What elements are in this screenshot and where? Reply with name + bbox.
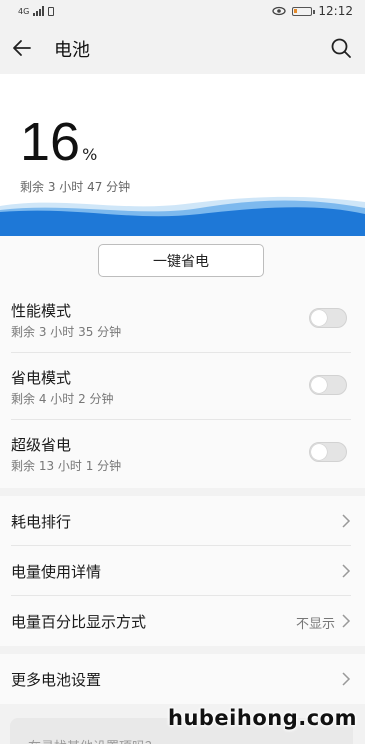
chevron-right-icon <box>342 614 351 628</box>
battery-menu-list: 耗电排行 电量使用详情 电量百分比显示方式 不显示 <box>0 496 365 646</box>
status-bar: 4G 12:12 <box>0 0 365 22</box>
mode-power-saving[interactable]: 省电模式 剩余 4 小时 2 分钟 <box>0 353 365 420</box>
mode-subtitle: 剩余 4 小时 2 分钟 <box>11 392 114 406</box>
arrow-left-icon[interactable] <box>10 36 34 60</box>
page-title: 电池 <box>54 40 90 61</box>
clock: 12:12 <box>318 4 353 18</box>
toggle-knob <box>311 310 327 326</box>
battery-icon <box>292 6 316 16</box>
battery-wave <box>0 196 365 236</box>
network-type: 4G <box>18 6 30 16</box>
menu-item-label: 更多电池设置 <box>11 671 102 689</box>
battery-percent-value: 16 <box>20 112 81 172</box>
more-settings-card: 更多电池设置 <box>0 654 365 704</box>
one-key-save-button[interactable]: 一键省电 <box>98 244 264 277</box>
menu-item-power-ranking[interactable]: 耗电排行 <box>0 496 365 546</box>
mode-title: 省电模式 <box>11 369 72 387</box>
search-icon[interactable] <box>329 36 353 60</box>
toggle-knob <box>311 377 327 393</box>
one-key-row: 一键省电 <box>0 236 365 286</box>
menu-item-percentage-display[interactable]: 电量百分比显示方式 不显示 <box>0 596 365 646</box>
menu-item-label: 耗电排行 <box>11 513 72 531</box>
mode-title: 超级省电 <box>11 436 72 454</box>
watermark: hubeihong.com <box>168 706 357 730</box>
signal-icon <box>33 6 45 16</box>
mode-performance[interactable]: 性能模式 剩余 3 小时 35 分钟 <box>0 286 365 353</box>
battery-hero: 16 % 剩余 3 小时 47 分钟 <box>0 74 365 236</box>
menu-item-more-battery-settings[interactable]: 更多电池设置 <box>0 654 365 704</box>
app-header: 电池 <box>0 22 365 74</box>
power-saving-mode-toggle[interactable] <box>309 375 347 395</box>
status-bar-right: 12:12 <box>272 4 353 18</box>
ultra-power-saving-toggle[interactable] <box>309 442 347 462</box>
power-mode-list: 性能模式 剩余 3 小时 35 分钟 省电模式 剩余 4 小时 2 分钟 超级省… <box>0 286 365 488</box>
menu-item-label: 电量使用详情 <box>11 563 102 581</box>
mode-ultra-power-saving[interactable]: 超级省电 剩余 13 小时 1 分钟 <box>0 420 365 487</box>
battery-percent-symbol: % <box>82 145 98 164</box>
sim-icon <box>48 6 55 16</box>
mode-subtitle: 剩余 3 小时 35 分钟 <box>11 325 122 339</box>
chevron-right-icon <box>342 514 351 528</box>
menu-item-label: 电量百分比显示方式 <box>11 613 147 631</box>
mode-subtitle: 剩余 13 小时 1 分钟 <box>11 459 122 473</box>
battery-percentage: 16 % <box>20 114 97 170</box>
mode-title: 性能模式 <box>11 302 72 320</box>
menu-item-value: 不显示 <box>295 617 335 632</box>
menu-item-usage-details[interactable]: 电量使用详情 <box>0 546 365 596</box>
performance-mode-toggle[interactable] <box>309 308 347 328</box>
settings-hint-text: 在寻找其他设置项吗？ <box>28 736 158 744</box>
eye-comfort-icon <box>272 6 287 16</box>
chevron-right-icon <box>342 672 351 686</box>
battery-level-fill <box>294 8 298 13</box>
status-bar-left: 4G <box>18 6 55 16</box>
toggle-knob <box>311 444 327 460</box>
chevron-right-icon <box>342 564 351 578</box>
